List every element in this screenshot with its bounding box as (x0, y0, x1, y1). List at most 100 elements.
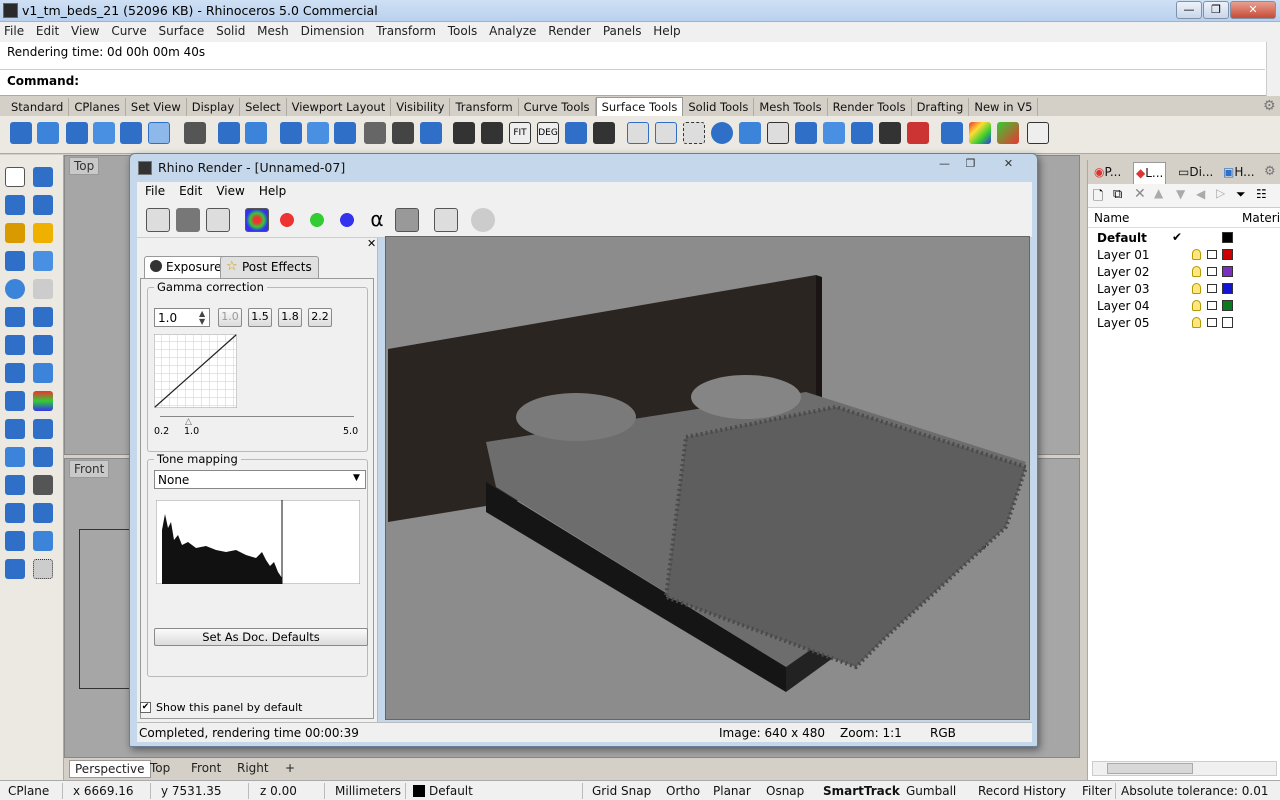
copy-icon[interactable] (206, 208, 230, 232)
offset-curve-icon[interactable] (5, 335, 25, 355)
alpha-channel-icon[interactable]: α (365, 208, 389, 232)
green-channel-icon[interactable] (305, 208, 329, 232)
tab-layers[interactable]: ◆L... (1133, 162, 1167, 184)
menu-solid[interactable]: Solid (212, 22, 249, 38)
tab-properties[interactable]: ◉P... (1092, 162, 1123, 184)
analyze-surface-icon[interactable] (941, 122, 963, 144)
stop-render-icon[interactable] (471, 208, 495, 232)
layer-name[interactable]: Layer 04 (1097, 299, 1150, 313)
control-points-icon[interactable] (627, 122, 649, 144)
menu-edit[interactable]: Edit (32, 22, 63, 38)
gear-icon[interactable]: ⚙ (1263, 98, 1276, 114)
tab-top[interactable]: Top (145, 760, 175, 778)
tab-curve-tools[interactable]: Curve Tools (519, 98, 596, 117)
close-button[interactable]: ✕ (1230, 1, 1276, 19)
toggle-osnap[interactable]: Osnap (766, 784, 804, 798)
extrude-icon[interactable] (184, 122, 206, 144)
unlock-icon[interactable] (1207, 301, 1217, 310)
gamma-preset-2-2[interactable]: 2.2 (308, 308, 332, 327)
revolve-icon[interactable] (5, 447, 25, 467)
gamma-preset-1-5[interactable]: 1.5 (248, 308, 272, 327)
panel-close-icon[interactable]: ✕ (367, 237, 376, 250)
layer-color-swatch[interactable] (1222, 300, 1233, 311)
tab-new-in-v5[interactable]: New in V5 (969, 98, 1039, 117)
sweep-icon[interactable] (120, 122, 142, 144)
layer-row[interactable]: Layer 04 (1088, 298, 1280, 315)
z-buffer-icon[interactable] (395, 208, 419, 232)
move-icon[interactable] (33, 363, 53, 383)
polyline-icon[interactable] (5, 195, 25, 215)
column-material[interactable]: Material (1242, 211, 1280, 225)
move-up-icon[interactable]: ▲ (1154, 186, 1163, 200)
menu-mesh[interactable]: Mesh (253, 22, 293, 38)
sphere-icon[interactable] (711, 122, 733, 144)
menu-surface[interactable]: Surface (155, 22, 209, 38)
layer-name[interactable]: Default (1097, 231, 1147, 245)
scrollbar-thumb[interactable] (1107, 763, 1193, 774)
properties-icon[interactable] (33, 391, 53, 411)
shrink-surface-icon[interactable] (683, 122, 705, 144)
delete-layer-icon[interactable]: ✕ (1134, 186, 1146, 202)
loft-icon[interactable] (93, 122, 115, 144)
menu-dimension[interactable]: Dimension (297, 22, 369, 38)
box-icon[interactable] (33, 335, 53, 355)
curve-icon[interactable] (5, 223, 25, 243)
command-scrollbar[interactable] (1266, 42, 1280, 96)
lightbulb-icon[interactable] (1192, 317, 1201, 328)
pyramid-icon[interactable] (33, 447, 53, 467)
tab-perspective[interactable]: Perspective (69, 760, 151, 778)
post-effects-icon[interactable] (434, 208, 458, 232)
spin-down-icon[interactable]: ▼ (199, 317, 205, 326)
layer-row[interactable]: Layer 03 (1088, 281, 1280, 298)
move-in-icon[interactable]: ▷ (1216, 186, 1225, 200)
unlock-icon[interactable] (1207, 284, 1217, 293)
show-panel-checkbox[interactable]: ✔ (140, 702, 151, 713)
tab-drafting[interactable]: Drafting (912, 98, 970, 117)
minimize-button[interactable]: — (1176, 1, 1202, 19)
arc-icon[interactable] (33, 251, 53, 271)
maximize-button[interactable]: ❐ (1203, 1, 1229, 19)
ellipse-icon[interactable] (5, 279, 25, 299)
change-degree-icon[interactable] (593, 122, 615, 144)
fillet-surface-icon[interactable] (218, 122, 240, 144)
unroll-icon[interactable] (851, 122, 873, 144)
add-viewport-icon[interactable]: + (280, 760, 300, 778)
gamma-preset-1-0[interactable]: 1.0 (218, 308, 242, 327)
toggle-grid-snap[interactable]: Grid Snap (592, 784, 651, 798)
insert-knot-icon[interactable] (655, 122, 677, 144)
tab-mesh-tools[interactable]: Mesh Tools (754, 98, 828, 117)
fit-icon[interactable]: FIT (509, 122, 531, 144)
tab-post-effects[interactable]: ☆ Post Effects (220, 256, 319, 278)
tab-standard[interactable]: Standard (6, 98, 70, 117)
layer-row[interactable]: Default ✔ (1088, 230, 1280, 247)
tab-select[interactable]: Select (240, 98, 287, 117)
render-close-button[interactable]: ✕ (996, 156, 1021, 173)
select-arrow-icon[interactable] (5, 167, 25, 187)
edge-surface-icon[interactable] (66, 122, 88, 144)
network-surface-icon[interactable] (823, 122, 845, 144)
layer-row[interactable]: Layer 05 (1088, 315, 1280, 332)
tab-display[interactable]: Display (187, 98, 241, 117)
curvature-analysis-icon[interactable] (969, 122, 991, 144)
join-icon[interactable] (5, 391, 25, 411)
layer-color-swatch[interactable] (1222, 266, 1233, 277)
merge-surface-icon[interactable] (481, 122, 503, 144)
toggle-planar[interactable]: Planar (713, 784, 751, 798)
tab-surface-tools[interactable]: Surface Tools (595, 97, 684, 116)
gamma-input[interactable]: 1.0 ▲ ▼ (154, 308, 210, 327)
point-icon[interactable] (33, 167, 53, 187)
untrim-icon[interactable] (420, 122, 442, 144)
render-minimize-button[interactable]: — (932, 156, 957, 173)
match-surface-icon[interactable] (453, 122, 475, 144)
unlock-icon[interactable] (1207, 250, 1217, 259)
viewport-front-label[interactable]: Front (69, 460, 110, 478)
menu-analyze[interactable]: Analyze (485, 22, 540, 38)
new-layer-icon[interactable]: 🗋 (1093, 187, 1103, 209)
unlock-icon[interactable] (1207, 318, 1217, 327)
tab-viewport-layout[interactable]: Viewport Layout (287, 98, 392, 117)
menu-tools[interactable]: Tools (444, 22, 482, 38)
layer-color-swatch[interactable] (1222, 232, 1233, 243)
menu-curve[interactable]: Curve (107, 22, 150, 38)
unlock-icon[interactable] (1207, 267, 1217, 276)
render-menu-help[interactable]: Help (251, 182, 292, 198)
